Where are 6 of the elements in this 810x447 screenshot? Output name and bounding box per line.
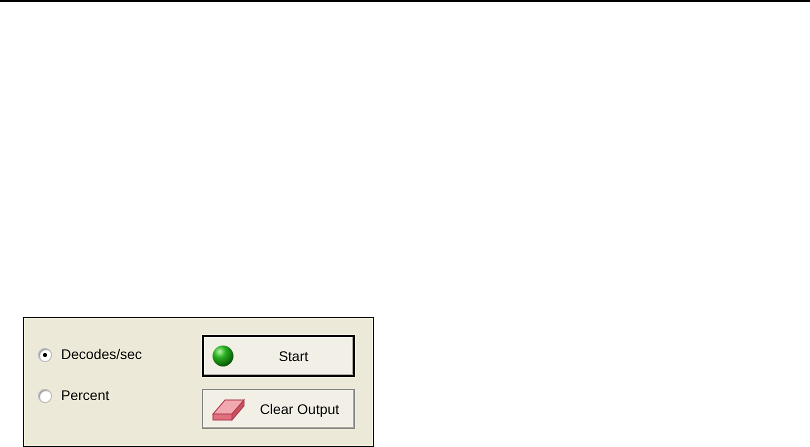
start-button[interactable]: Start bbox=[202, 335, 355, 377]
clear-output-button[interactable]: Clear Output bbox=[202, 389, 355, 429]
eraser-icon bbox=[211, 396, 245, 422]
radio-option[interactable]: Decodes/sec bbox=[38, 344, 202, 365]
ball-icon bbox=[212, 345, 234, 367]
radio-option[interactable]: Percent bbox=[38, 385, 202, 406]
